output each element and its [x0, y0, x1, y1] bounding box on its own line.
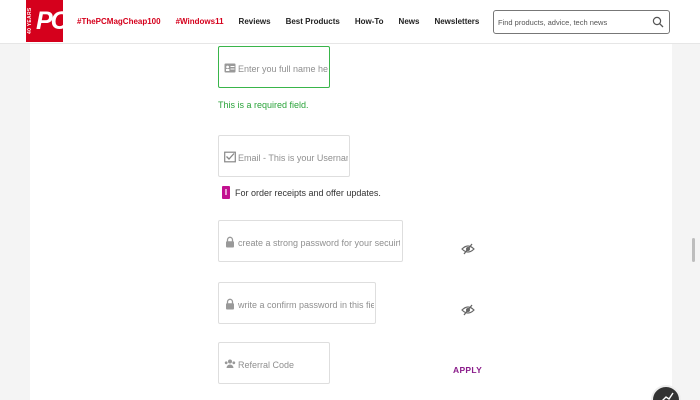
lock-icon: [226, 236, 234, 248]
search-input[interactable]: [498, 14, 648, 30]
chart-icon: [662, 392, 674, 400]
confirm-password-input[interactable]: [238, 297, 374, 313]
email-note: I For order receipts and offer updates.: [222, 186, 381, 199]
apply-button[interactable]: APPLY: [453, 365, 482, 375]
envelope-icon: [224, 151, 236, 163]
nav-item-windows11[interactable]: #Windows11: [176, 17, 224, 26]
id-card-icon: [224, 63, 236, 73]
search-icon[interactable]: [652, 16, 664, 28]
confirm-password-field: [218, 282, 376, 324]
nav-item-best-products[interactable]: Best Products: [286, 17, 340, 26]
full-name-field: [218, 46, 330, 88]
password-input[interactable]: [238, 235, 400, 251]
nav-item-cheap100[interactable]: #ThePCMagCheap100: [77, 17, 161, 26]
lock-icon: [226, 298, 234, 310]
scrollbar-thumb[interactable]: [692, 238, 695, 262]
nav-item-newsletters[interactable]: Newsletters: [434, 17, 479, 26]
email-input[interactable]: [238, 150, 348, 166]
search-box: [493, 10, 670, 34]
eye-slash-icon[interactable]: [461, 242, 475, 256]
eye-slash-icon[interactable]: [461, 303, 475, 317]
users-icon: [224, 359, 236, 368]
nav-item-how-to[interactable]: How-To: [355, 17, 384, 26]
site-header: 40 YEARS PC #ThePCMagCheap100 #Windows11…: [0, 0, 700, 44]
referral-code-field: [218, 342, 330, 384]
info-badge: I: [222, 186, 230, 199]
email-field: [218, 135, 350, 177]
logo-years-label: 40 YEARS: [27, 7, 33, 35]
nav-item-reviews[interactable]: Reviews: [239, 17, 271, 26]
required-field-message: This is a required field.: [218, 100, 309, 110]
full-name-input[interactable]: [238, 61, 328, 77]
email-note-text: For order receipts and offer updates.: [235, 187, 381, 198]
pcmag-logo[interactable]: 40 YEARS PC: [26, 0, 69, 42]
logo-text: PC: [36, 7, 69, 35]
password-field: [218, 220, 403, 262]
main-nav: #ThePCMagCheap100 #Windows11 Reviews Bes…: [77, 17, 494, 26]
referral-code-input[interactable]: [238, 357, 328, 373]
nav-item-news[interactable]: News: [399, 17, 420, 26]
